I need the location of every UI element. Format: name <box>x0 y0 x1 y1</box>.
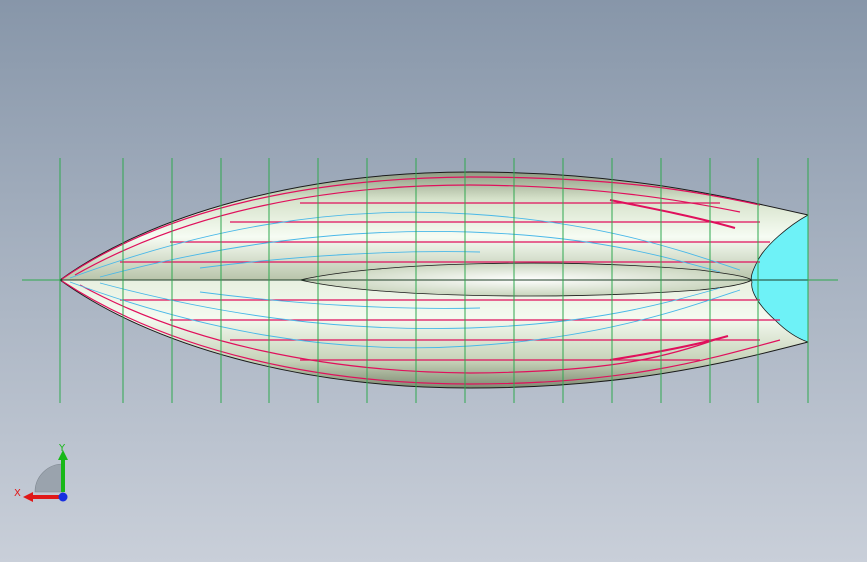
x-axis-label: X <box>14 488 21 499</box>
cad-viewport[interactable]: Y X <box>0 0 867 562</box>
triad-plane <box>34 463 64 493</box>
hull-model[interactable] <box>0 0 867 562</box>
x-axis-arrowhead <box>23 492 33 502</box>
coordinate-triad: Y X <box>14 443 68 502</box>
y-axis-label: Y <box>58 443 66 454</box>
z-axis-dot <box>58 492 68 502</box>
